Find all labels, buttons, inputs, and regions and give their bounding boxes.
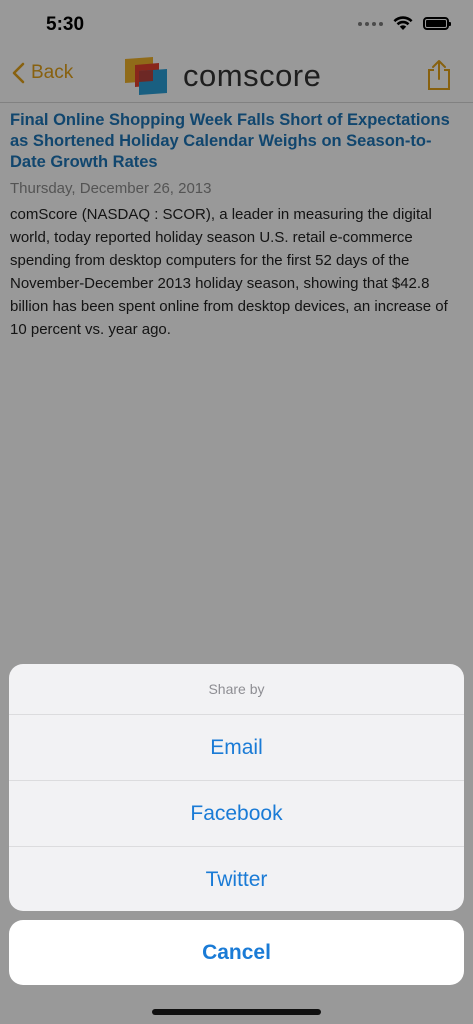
share-twitter-option[interactable]: Twitter — [9, 847, 464, 911]
share-email-option[interactable]: Email — [9, 715, 464, 781]
cancel-button[interactable]: Cancel — [9, 920, 464, 985]
share-sheet-title: Share by — [9, 664, 464, 715]
share-facebook-option[interactable]: Facebook — [9, 781, 464, 847]
share-action-sheet: Share by Email Facebook Twitter — [9, 664, 464, 911]
home-indicator — [152, 1009, 321, 1015]
